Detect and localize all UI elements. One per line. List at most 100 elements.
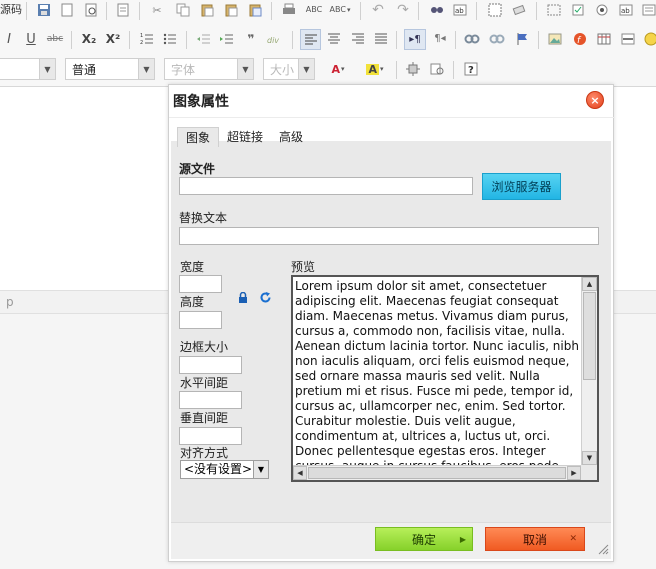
textfield-icon[interactable]: ab — [617, 1, 635, 19]
radio-icon[interactable] — [593, 1, 611, 19]
svg-text:?: ? — [468, 65, 474, 76]
title-divider — [169, 117, 615, 118]
align-right-icon[interactable] — [349, 30, 367, 48]
cancel-button[interactable]: 取消 ✕ — [485, 527, 585, 551]
preview-box: Lorem ipsum dolor sit amet, consectetuer… — [291, 275, 599, 482]
checkbox-icon[interactable] — [569, 1, 587, 19]
image-icon[interactable] — [546, 30, 564, 48]
table-icon[interactable] — [595, 30, 613, 48]
resize-handle-icon[interactable] — [597, 543, 609, 555]
source-button[interactable]: 源码 — [0, 0, 22, 18]
hspace-label: 水平间距 — [180, 376, 229, 390]
preview-icon[interactable] — [82, 1, 100, 19]
align-center-icon[interactable] — [325, 30, 343, 48]
scroll-thumb[interactable] — [583, 292, 596, 380]
maximize-icon[interactable] — [404, 60, 422, 78]
toolbar-separator — [129, 31, 130, 49]
strikethrough-button[interactable]: abc — [44, 30, 66, 48]
preview-horizontal-scrollbar[interactable]: ◀ ▶ — [293, 465, 581, 480]
chevron-down-icon: ▼ — [253, 461, 268, 478]
background-color-icon[interactable]: A ▾ — [360, 60, 390, 78]
text-color-icon[interactable]: A ▾ — [323, 60, 353, 78]
hspace-input[interactable] — [179, 391, 242, 409]
remove-format-icon[interactable] — [510, 1, 528, 19]
horizontal-rule-icon[interactable] — [619, 30, 637, 48]
select-all-icon[interactable] — [486, 1, 504, 19]
align-justify-icon[interactable] — [372, 30, 390, 48]
browse-server-button[interactable]: 浏览服务器 — [482, 173, 561, 200]
flash-icon[interactable]: f — [571, 30, 589, 48]
styles-combo[interactable]: ▼ — [0, 58, 56, 80]
show-blocks-icon[interactable] — [428, 60, 446, 78]
spellcheck-as-you-type-icon[interactable]: ABC ▾ — [329, 1, 351, 19]
tab-advanced[interactable]: 高级 — [271, 127, 311, 147]
chevron-down-icon: ▼ — [237, 59, 253, 79]
redo-icon[interactable]: ↷ — [394, 1, 412, 19]
svg-text:ab: ab — [455, 7, 464, 15]
ok-button[interactable]: 确定 ▶ — [375, 527, 473, 551]
alt-text-label: 替换文本 — [179, 211, 228, 225]
replace-icon[interactable]: ab — [451, 1, 469, 19]
outdent-icon[interactable] — [195, 30, 213, 48]
toolbar-separator — [538, 31, 539, 49]
alt-text-input[interactable] — [179, 227, 599, 245]
preview-vertical-scrollbar[interactable]: ▲ ▼ — [581, 277, 597, 465]
unlink-icon[interactable] — [488, 30, 506, 48]
textarea-icon[interactable] — [640, 1, 656, 19]
numbered-list-icon[interactable]: 12 — [138, 30, 156, 48]
subscript-button[interactable]: X₂ — [80, 30, 98, 48]
underline-button[interactable]: U — [22, 30, 40, 48]
print-icon[interactable] — [280, 1, 298, 19]
vspace-input[interactable] — [179, 427, 242, 445]
cut-icon[interactable]: ✂ — [148, 1, 166, 19]
toolbar-separator — [360, 2, 361, 20]
undo-icon[interactable]: ↶ — [369, 1, 387, 19]
tab-link[interactable]: 超链接 — [219, 127, 271, 147]
height-input[interactable] — [179, 311, 222, 329]
link-icon[interactable] — [463, 30, 481, 48]
text-direction-rtl-icon[interactable]: ¶◂ — [430, 30, 450, 48]
font-placeholder: 字体 — [171, 62, 196, 77]
find-icon[interactable] — [428, 1, 446, 19]
help-icon[interactable]: ? — [462, 60, 480, 78]
scroll-right-icon[interactable]: ▶ — [567, 466, 581, 480]
close-icon[interactable]: × — [586, 91, 604, 109]
align-left-icon[interactable] — [300, 29, 321, 50]
new-page-icon[interactable] — [58, 1, 76, 19]
paste-word-icon[interactable] — [246, 1, 264, 19]
element-path-text[interactable]: p — [6, 295, 14, 309]
smiley-icon[interactable] — [642, 30, 656, 48]
bulleted-list-icon[interactable] — [161, 30, 179, 48]
scroll-left-icon[interactable]: ◀ — [293, 466, 307, 480]
copy-icon[interactable] — [174, 1, 192, 19]
superscript-button[interactable]: X² — [104, 30, 122, 48]
scroll-thumb[interactable] — [308, 467, 566, 479]
paste-icon[interactable] — [198, 1, 216, 19]
format-combo[interactable]: 普通 ▼ — [65, 58, 155, 80]
align-select[interactable]: <没有设置> ▼ — [180, 460, 269, 479]
border-input[interactable] — [179, 356, 242, 374]
save-icon[interactable] — [35, 1, 53, 19]
svg-text:1: 1 — [140, 33, 143, 39]
tab-image-info[interactable]: 图象 — [177, 127, 220, 147]
font-combo[interactable]: 字体 ▼ — [164, 58, 254, 80]
italic-button[interactable]: I — [0, 30, 18, 48]
form-icon[interactable] — [545, 1, 563, 19]
blockquote-icon[interactable]: ❞ — [242, 30, 260, 48]
size-combo[interactable]: 大小 ▼ — [263, 58, 315, 80]
spellcheck-icon[interactable]: ABC — [303, 1, 325, 19]
anchor-icon[interactable] — [513, 30, 531, 48]
text-direction-ltr-icon[interactable]: ▸¶ — [404, 29, 426, 50]
indent-icon[interactable] — [218, 30, 236, 48]
source-url-input[interactable] — [179, 177, 473, 195]
reset-size-icon[interactable] — [259, 291, 272, 304]
scroll-up-icon[interactable]: ▲ — [582, 277, 597, 291]
scroll-down-icon[interactable]: ▼ — [582, 451, 597, 465]
template-icon[interactable] — [114, 1, 132, 19]
width-input[interactable] — [179, 275, 222, 293]
div-container-icon[interactable]: div — [265, 30, 287, 48]
paste-text-icon[interactable] — [222, 1, 240, 19]
strike-label: abc — [46, 33, 64, 44]
ok-label: 确定 — [411, 532, 436, 547]
lock-ratio-icon[interactable] — [238, 292, 248, 303]
